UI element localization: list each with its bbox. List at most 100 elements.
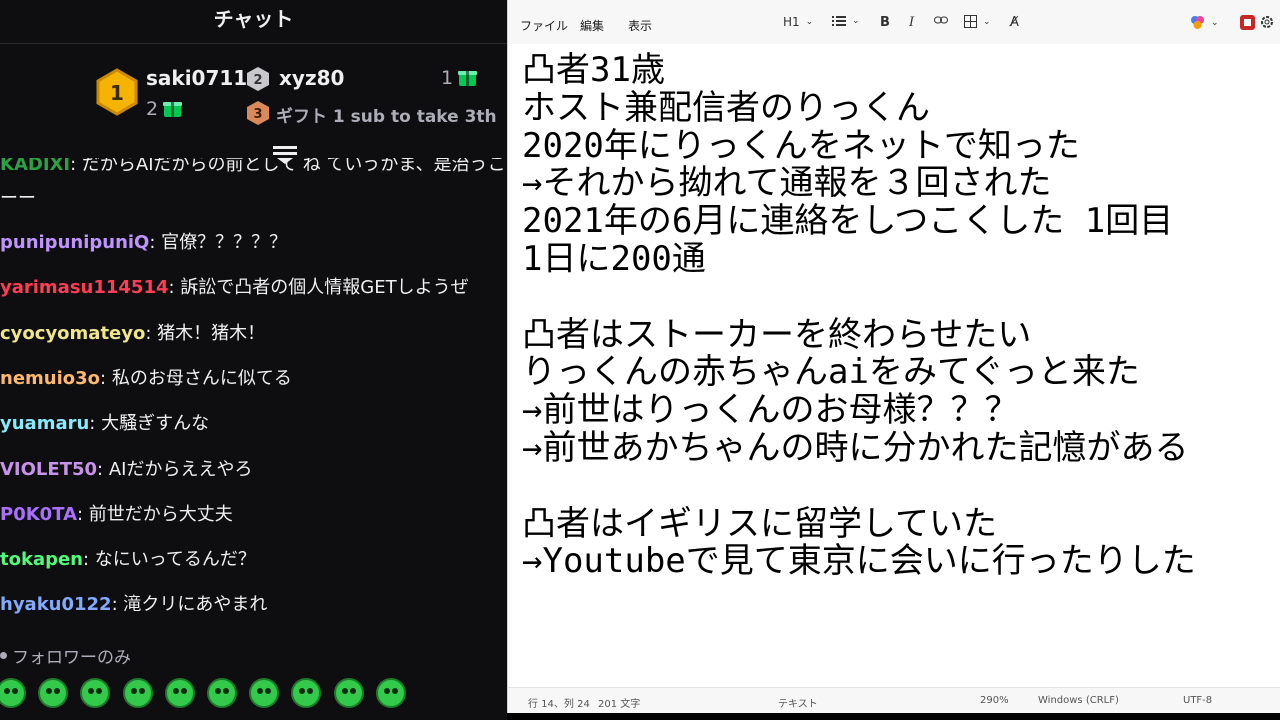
bold-button[interactable]: B [880, 15, 890, 30]
rank-2-badge-icon: 2 [247, 67, 269, 91]
nerd-emote[interactable] [164, 678, 195, 708]
text-line: 凸者はストーカーを終わらせたい [522, 314, 1032, 355]
list-dropdown[interactable]: ⌄ [832, 15, 860, 27]
taskbar-edge [507, 713, 1280, 720]
italic-button[interactable]: I [909, 15, 914, 30]
happy-emote[interactable] [207, 678, 237, 708]
clear-format-button[interactable]: A̸ [1010, 15, 1019, 30]
encoding[interactable]: UTF-8 [1183, 695, 1212, 706]
rank-1-badge-icon: 1 [96, 68, 138, 116]
chat-message: yarimasu114514: 訴訟で凸者の個人情報GETしようぜ [0, 273, 507, 299]
text-line [522, 468, 1277, 506]
menu-view[interactable]: 表示 [628, 17, 652, 34]
chat-username[interactable]: tokapen [0, 549, 83, 570]
rank-2-username[interactable]: xyz80 [279, 66, 344, 90]
chat-message-continuation: ーー [0, 188, 36, 209]
account-button[interactable] [1240, 15, 1255, 30]
followers-only-indicator: フォロワーのみ [0, 643, 131, 668]
notepad-menubar: ファイル 編集 表示 H1 ⌄ ⌄ B I ⌄ A̸ ⌄ [508, 0, 1280, 44]
chat-username[interactable]: nemuio3o [0, 368, 100, 389]
chevron-down-icon: ⌄ [805, 17, 814, 27]
line-ending[interactable]: Windows (CRLF) [1038, 695, 1119, 706]
chat-message-text: : AIだからええやろ [97, 458, 253, 480]
chat-username[interactable]: KADIXI [0, 158, 70, 175]
followers-icon [0, 652, 7, 659]
zoom-level[interactable]: 290% [980, 695, 1009, 706]
chat-username[interactable]: hyaku0122 [0, 594, 112, 615]
hat-emote[interactable] [291, 678, 322, 708]
copilot-icon [1191, 16, 1204, 29]
chevron-down-icon: ⌄ [983, 16, 991, 27]
cursor-position: 行 14、列 24 [528, 699, 590, 710]
notepad-window: ファイル 編集 表示 H1 ⌄ ⌄ B I ⌄ A̸ ⌄ 凸者31歳 ホスト兼配… [507, 0, 1280, 713]
account-icon [1240, 15, 1255, 30]
laugh-emote[interactable] [249, 678, 280, 708]
chat-message: nemuio3o: 私のお母さんに似てる [0, 364, 507, 390]
chevron-down-icon: ⌄ [852, 16, 860, 26]
table-icon [964, 15, 977, 28]
chevron-down-icon: ⌄ [1211, 17, 1219, 28]
text-line: 凸者31歳 [522, 52, 665, 90]
notepad-text-area[interactable]: 凸者31歳 ホスト兼配信者のりっくん 2020年にりっくんをネットで知った →それから… [522, 52, 1277, 672]
chat-title: チャット [213, 7, 294, 31]
svg-text:3: 3 [253, 107, 262, 122]
heading-dropdown[interactable]: H1 ⌄ [783, 15, 813, 29]
chat-message-text: : 官僚？？？？？ [149, 232, 288, 253]
chat-message: punipunipuniQ: 官僚？？？？？ [0, 228, 507, 254]
heart-emote[interactable] [375, 678, 406, 708]
character-count: 201 文字 [598, 699, 641, 710]
grin-emote[interactable] [122, 678, 153, 708]
chat-header: チャット [0, 0, 507, 44]
chat-username[interactable]: yarimasu114514 [0, 277, 169, 298]
smile-emote[interactable] [0, 678, 26, 708]
text-line: 2021年の6月に連絡をしつこくした 1回目 [522, 201, 1174, 242]
chat-username[interactable]: punipunipuniQ [0, 232, 149, 253]
text-line: 2020年にりっくんをネットで知った [522, 125, 1080, 166]
chat-message-text: : 訴訟で凸者の個人情報GETしようぜ [168, 277, 469, 299]
text-line: →前世あかちゃんの時に分かれた記憶がある [522, 427, 1189, 468]
list-icon [832, 16, 846, 26]
table-dropdown[interactable]: ⌄ [964, 15, 991, 28]
notepad-statusbar: 行 14、列 24 201 文字 テキスト 290% Windows (CRLF… [508, 687, 1280, 713]
heading-label: H1 [783, 15, 800, 29]
menu-file[interactable]: ファイル [520, 17, 568, 34]
svg-text:1: 1 [110, 81, 124, 105]
chat-message: VIOLET50: AIだからええやろ [0, 455, 507, 481]
chat-message-list[interactable]: KADIXI: だからAIだからの前として ね ていうかま、是治うこ ーー pu… [0, 158, 507, 628]
text-line [522, 279, 1277, 317]
text-line: →前世はりっくんのお母様？？？ [522, 390, 1019, 431]
link-button[interactable] [934, 15, 948, 25]
chat-panel: チャット 1 saki0711 2 2 xyz80 1 3 ギフト 1 sub … [0, 0, 507, 720]
rank-1-username[interactable]: saki0711 [146, 66, 247, 90]
chat-message: tokapen: なにいってるんだ？ [0, 545, 507, 571]
bold-icon: B [880, 15, 890, 30]
chat-username[interactable]: P0K0TA [0, 504, 77, 525]
settings-button[interactable] [1260, 15, 1274, 29]
chat-username[interactable]: cyocyomateyo [0, 323, 145, 344]
menu-edit[interactable]: 編集 [580, 17, 604, 34]
text-line: りっくんの赤ちゃんaiをみてぐっと来た [522, 352, 1140, 393]
text-line: ホスト兼配信者のりっくん [522, 87, 930, 128]
chat-username[interactable]: VIOLET50 [0, 459, 97, 480]
chat-message: yuamaru: 大騒ぎすんな [0, 409, 507, 435]
chat-username[interactable]: yuamaru [0, 413, 89, 434]
rank-2-gift-count: 1 [441, 67, 478, 89]
glasses-emote[interactable] [80, 678, 111, 708]
chat-message-text: : 滝クリにあやまれ [111, 594, 268, 616]
chat-message-text: : 猪木！猪木！ [145, 322, 266, 344]
gift-icon [163, 101, 183, 117]
format-indicator[interactable]: テキスト [778, 695, 818, 710]
text-line: →それから拗れて通報を３回された [522, 163, 1052, 204]
chat-message-text: : だからAIだからの前として ね ていうかま、是治うこ [70, 158, 506, 175]
text-line: 凸者はイギリスに留学していた [522, 503, 997, 544]
italic-icon: I [909, 15, 915, 30]
angry-emote[interactable] [38, 678, 69, 708]
chat-message-partial: KADIXI: だからAIだからの前として ね ていうかま、是治うこ [0, 158, 506, 176]
copilot-dropdown[interactable]: ⌄ [1190, 15, 1219, 30]
rank-1-gift-count: 2 [146, 98, 183, 120]
text-line: →Youtubeで見て東京に会いに行ったりした [522, 541, 1196, 582]
chat-message-text: : なにいってるんだ？ [83, 549, 256, 571]
wink-emote[interactable] [333, 678, 364, 708]
rank-3-prompt: ギフト 1 sub to take 3th [276, 107, 497, 127]
clear-format-icon: A̸ [1010, 15, 1019, 30]
